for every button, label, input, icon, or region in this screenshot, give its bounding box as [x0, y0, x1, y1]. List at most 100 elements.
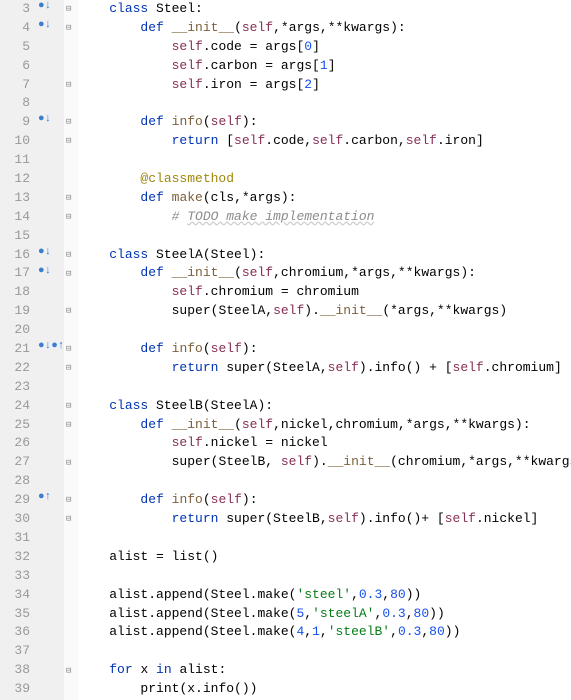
fold-toggle-icon[interactable]: ⊟ — [66, 458, 71, 468]
code-token: .chromium = chromium — [203, 284, 359, 299]
fold-toggle-icon[interactable]: ⊟ — [66, 193, 71, 203]
code-token: .iron] — [437, 133, 484, 148]
code-token: ).info() + [ — [359, 360, 453, 375]
override-marker-icon[interactable]: ●↓ — [38, 246, 51, 258]
fold-toggle-icon[interactable]: ⊟ — [66, 269, 71, 279]
code-token: 0.3 — [398, 624, 421, 639]
line-number: 39 — [0, 680, 30, 699]
code-line[interactable]: def __init__(self,nickel,chromium,*args,… — [78, 416, 571, 435]
code-line[interactable] — [78, 94, 571, 113]
line-number: 6 — [0, 57, 30, 76]
code-line[interactable]: self.code = args[0] — [78, 38, 571, 57]
code-line[interactable]: self.chromium = chromium — [78, 283, 571, 302]
code-line[interactable] — [78, 529, 571, 548]
fold-toggle-icon[interactable]: ⊟ — [66, 420, 71, 430]
code-line[interactable]: self.iron = args[2] — [78, 76, 571, 95]
code-token: def — [140, 417, 171, 432]
code-line[interactable]: alist.append(Steel.make(5,'steelA',0.3,8… — [78, 605, 571, 624]
fold-toggle-icon[interactable]: ⊟ — [66, 250, 71, 260]
fold-toggle-icon[interactable]: ⊟ — [66, 80, 71, 90]
code-line[interactable] — [78, 472, 571, 491]
code-line[interactable]: def info(self): — [78, 113, 571, 132]
fold-toggle-icon[interactable]: ⊟ — [66, 401, 71, 411]
line-number: 15 — [0, 227, 30, 246]
code-editor[interactable]: class Steel: def __init__(self,*args,**k… — [78, 0, 571, 700]
line-number: 7 — [0, 76, 30, 95]
override-marker-icon[interactable]: ●↓ — [38, 265, 51, 277]
override-marker-icon[interactable]: ●↑ — [38, 491, 51, 503]
fold-toggle-icon[interactable]: ⊟ — [66, 136, 71, 146]
code-line[interactable]: alist.append(Steel.make('steel',0.3,80)) — [78, 586, 571, 605]
override-marker-icon[interactable]: ●↓●↑ — [38, 340, 64, 352]
code-line[interactable]: @classmethod — [78, 170, 571, 189]
code-token: def — [140, 341, 171, 356]
fold-toggle-icon[interactable]: ⊟ — [66, 23, 71, 33]
code-line[interactable]: super(SteelA,self).__init__(*args,**kwar… — [78, 302, 571, 321]
code-token: __init__ — [172, 20, 234, 35]
code-line[interactable]: return [self.code,self.carbon,self.iron] — [78, 132, 571, 151]
override-marker-icon[interactable]: ●↓ — [38, 0, 51, 12]
code-token: ] — [328, 58, 336, 73]
line-number: 28 — [0, 472, 30, 491]
code-line[interactable]: # TODO make implementation — [78, 208, 571, 227]
code-line[interactable]: self.carbon = args[1] — [78, 57, 571, 76]
code-line[interactable]: def info(self): — [78, 340, 571, 359]
code-token: 'steelA' — [312, 606, 374, 621]
code-token: 0 — [304, 39, 312, 54]
code-line[interactable]: def info(self): — [78, 491, 571, 510]
code-token: def — [140, 114, 171, 129]
code-line[interactable]: alist = list() — [78, 548, 571, 567]
fold-toggle-icon[interactable]: ⊟ — [66, 212, 71, 222]
code-token: )) — [406, 587, 422, 602]
code-token: self — [234, 133, 265, 148]
code-line[interactable]: print(x.info()) — [78, 680, 571, 699]
fold-toggle-icon[interactable]: ⊟ — [66, 4, 71, 14]
code-line[interactable] — [78, 567, 571, 586]
code-line[interactable]: def make(cls,*args): — [78, 189, 571, 208]
fold-toggle-icon[interactable]: ⊟ — [66, 363, 71, 373]
fold-toggle-icon[interactable]: ⊟ — [66, 306, 71, 316]
line-number: 19 — [0, 302, 30, 321]
code-token: 'steelB' — [328, 624, 390, 639]
code-token: self — [211, 341, 242, 356]
line-number: 31 — [0, 529, 30, 548]
code-token: info — [172, 114, 203, 129]
line-number: 21 — [0, 340, 30, 359]
code-token: make — [172, 190, 203, 205]
code-line[interactable]: class Steel: — [78, 0, 571, 19]
line-number: 30 — [0, 510, 30, 529]
code-line[interactable]: super(SteelB, self).__init__(chromium,*a… — [78, 453, 571, 472]
fold-toggle-icon[interactable]: ⊟ — [66, 117, 71, 127]
code-token: info — [172, 492, 203, 507]
code-token: , — [390, 624, 398, 639]
code-line[interactable] — [78, 321, 571, 340]
line-number: 38 — [0, 661, 30, 680]
code-token: __init__ — [328, 454, 390, 469]
code-line[interactable]: class SteelA(Steel): — [78, 246, 571, 265]
code-token: ,*args,**kwargs): — [273, 20, 406, 35]
code-line[interactable]: alist.append(Steel.make(4,1,'steelB',0.3… — [78, 623, 571, 642]
code-line[interactable]: return super(SteelB,self).info()+ [self.… — [78, 510, 571, 529]
code-line[interactable] — [78, 227, 571, 246]
code-line[interactable] — [78, 151, 571, 170]
code-token: , — [351, 587, 359, 602]
code-token: ): — [242, 492, 258, 507]
code-line[interactable] — [78, 642, 571, 661]
fold-toggle-icon[interactable]: ⊟ — [66, 666, 71, 676]
code-line[interactable] — [78, 378, 571, 397]
override-marker-icon[interactable]: ●↓ — [38, 113, 51, 125]
code-line[interactable]: class SteelB(SteelA): — [78, 397, 571, 416]
fold-toggle-icon[interactable]: ⊟ — [66, 495, 71, 505]
fold-toggle-icon[interactable]: ⊟ — [66, 344, 71, 354]
code-line[interactable]: self.nickel = nickel — [78, 434, 571, 453]
code-token: @classmethod — [140, 171, 234, 186]
code-token: .nickel] — [476, 511, 538, 526]
code-token: class — [109, 247, 156, 262]
code-line[interactable]: def __init__(self,chromium,*args,**kwarg… — [78, 264, 571, 283]
code-line[interactable]: for x in alist: — [78, 661, 571, 680]
code-line[interactable]: def __init__(self,*args,**kwargs): — [78, 19, 571, 38]
code-token: super — [226, 360, 265, 375]
fold-toggle-icon[interactable]: ⊟ — [66, 514, 71, 524]
override-marker-icon[interactable]: ●↓ — [38, 19, 51, 31]
code-line[interactable]: return super(SteelA,self).info() + [self… — [78, 359, 571, 378]
